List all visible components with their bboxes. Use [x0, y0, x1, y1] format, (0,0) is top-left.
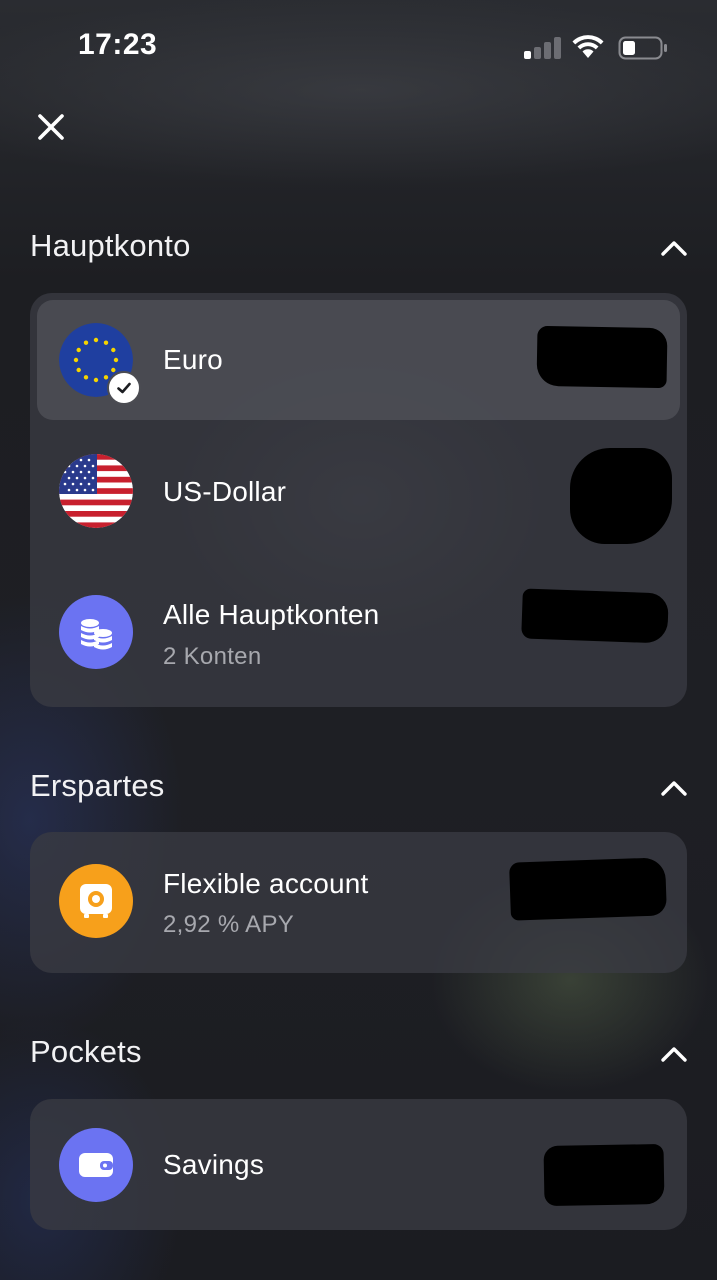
account-row-us-dollar[interactable]: US-Dollar	[30, 428, 687, 554]
account-name: Euro	[163, 344, 223, 375]
account-subtitle: 2 Konten	[163, 643, 262, 670]
account-row-alle-hauptkonten[interactable]: Alle Hauptkonten 2 Konten	[30, 555, 687, 705]
hauptkonto-card: Euro US-Dollar Alle Hauptkonten 2 Konten	[30, 293, 687, 707]
status-time: 17:23	[78, 28, 158, 61]
status-bar: 17:23	[0, 0, 717, 96]
coins-icon	[59, 595, 133, 669]
redacted-balance	[521, 588, 669, 644]
wifi-icon	[572, 35, 604, 58]
account-name: Flexible account	[163, 868, 369, 899]
account-name: Savings	[163, 1149, 265, 1180]
redacted-balance	[509, 857, 667, 921]
account-row-euro[interactable]: Euro	[37, 300, 680, 420]
redacted-balance	[536, 325, 668, 389]
us-flag-icon	[59, 454, 133, 528]
close-icon	[38, 114, 64, 140]
account-row-savings[interactable]: Savings	[30, 1099, 687, 1230]
chevron-up-icon[interactable]	[658, 774, 690, 802]
section-header-hauptkonto: Hauptkonto	[30, 228, 690, 272]
wallet-icon	[59, 1128, 133, 1202]
account-name: US-Dollar	[163, 476, 287, 507]
safe-icon	[59, 864, 133, 938]
section-title: Erspartes	[30, 768, 165, 803]
section-title: Pockets	[30, 1034, 142, 1069]
account-name: Alle Hauptkonten	[163, 599, 380, 630]
pockets-card: Savings	[30, 1099, 687, 1230]
section-title: Hauptkonto	[30, 228, 191, 263]
account-subtitle: 2,92 % APY	[163, 911, 295, 938]
erspartes-card: Flexible account 2,92 % APY	[30, 832, 687, 973]
chevron-up-icon[interactable]	[658, 234, 690, 262]
chevron-up-icon[interactable]	[658, 1040, 690, 1068]
section-header-pockets: Pockets	[30, 1034, 690, 1078]
account-switcher-screen: 17:23 Hauptkonto Euro US-Dollar Alle Hau…	[0, 0, 717, 1280]
section-header-erspartes: Erspartes	[30, 768, 690, 812]
redacted-balance	[543, 1143, 665, 1207]
battery-icon	[618, 36, 667, 60]
account-row-flexible-account[interactable]: Flexible account 2,92 % APY	[30, 832, 687, 973]
close-button[interactable]	[30, 106, 72, 148]
redacted-balance	[570, 448, 672, 544]
selected-check-icon	[107, 371, 141, 405]
cellular-signal-icon	[524, 37, 562, 59]
